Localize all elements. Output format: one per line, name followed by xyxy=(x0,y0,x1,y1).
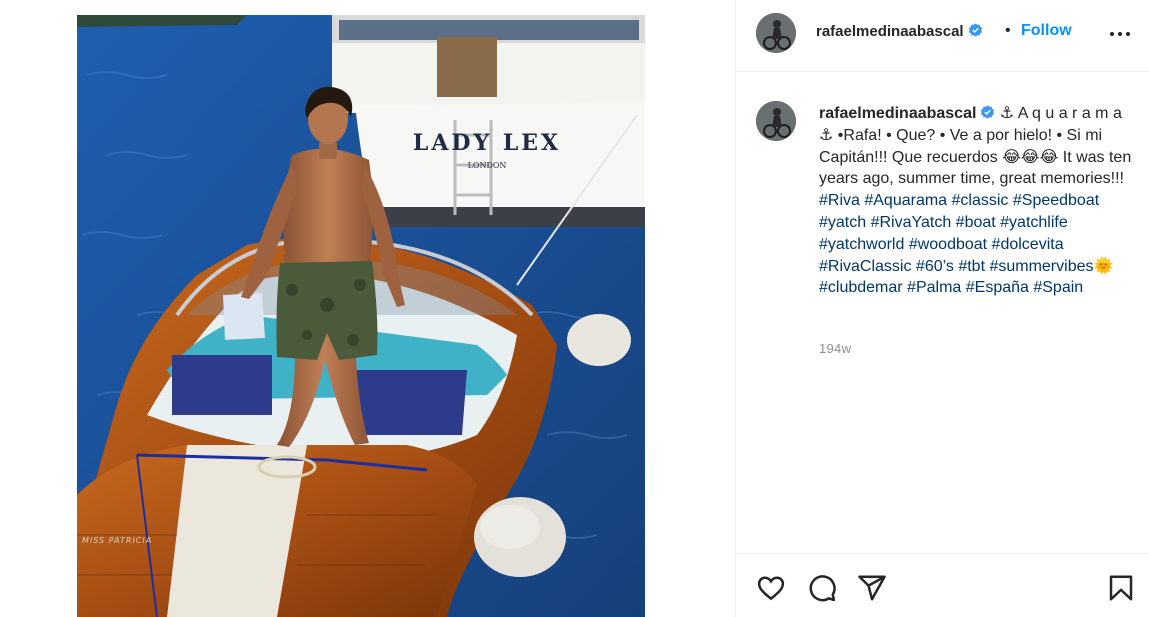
verified-icon xyxy=(981,105,995,119)
post-photo[interactable]: LADY LEX LONDON MISS PATRICIA xyxy=(77,15,645,617)
sun-emoji: 🌞 xyxy=(1093,257,1114,275)
separator-dot: • xyxy=(1005,22,1011,39)
hull-name: MISS PATRICIA xyxy=(82,536,152,545)
caption: rafaelmedinaabascal ⚓ A q u a r a m a ⚓ … xyxy=(819,103,1137,299)
share-icon[interactable] xyxy=(857,573,887,603)
username-text[interactable]: rafaelmedinaabascal xyxy=(816,23,964,40)
boat-port: LONDON xyxy=(468,161,507,170)
caption-username[interactable]: rafaelmedinaabascal xyxy=(819,105,976,122)
post-timestamp[interactable]: 194w xyxy=(819,341,851,356)
more-icon[interactable] xyxy=(1108,24,1132,44)
caption-hashtags[interactable]: #Riva #Aquarama #classic #Speedboat #yat… xyxy=(819,192,1099,274)
username[interactable]: rafaelmedinaabascal xyxy=(816,23,983,40)
avatar[interactable] xyxy=(756,101,796,141)
post-side-panel: rafaelmedinaabascal • Follow rafaelmedin… xyxy=(735,0,1149,617)
bookmark-icon[interactable] xyxy=(1106,573,1136,603)
follow-button[interactable]: Follow xyxy=(1021,22,1072,40)
comment-icon[interactable] xyxy=(807,573,837,603)
caption-hashtags-2[interactable]: #clubdemar #Palma #España #Spain xyxy=(819,279,1083,296)
boat-name: LADY LEX xyxy=(413,130,561,156)
heart-icon[interactable] xyxy=(756,573,786,603)
avatar[interactable] xyxy=(756,13,796,53)
action-bar xyxy=(736,553,1149,617)
verified-icon xyxy=(968,23,982,37)
post-header: rafaelmedinaabascal • Follow xyxy=(736,0,1149,72)
caption-section: rafaelmedinaabascal ⚓ A q u a r a m a ⚓ … xyxy=(736,73,1149,553)
